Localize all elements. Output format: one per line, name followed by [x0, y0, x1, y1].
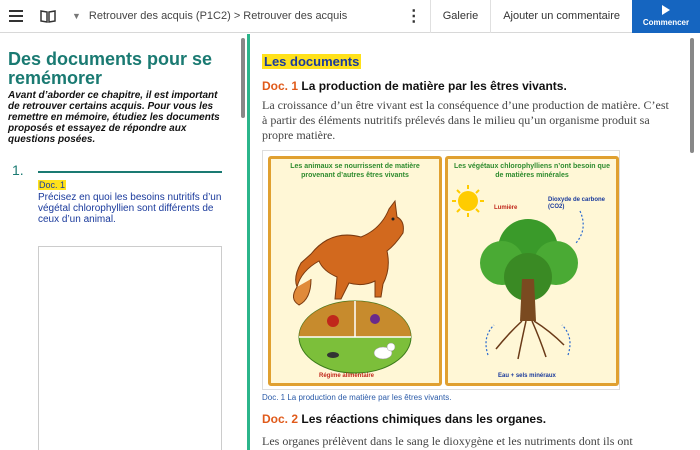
- figure-caption: Doc. 1 La production de matière par les …: [262, 393, 452, 402]
- doc1-text: La croissance d’un être vivant est la co…: [262, 98, 669, 142]
- doc2-text: Les organes prélèvent dans le sang le di…: [262, 434, 633, 448]
- doc1-heading: Doc. 1 La production de matière par les …: [262, 79, 567, 93]
- diet-label: Régime alimentaire: [319, 373, 375, 379]
- start-label: Commencer: [642, 18, 690, 27]
- play-icon: [662, 5, 670, 15]
- documents-panel: Les documents Doc. 1 La production de ma…: [250, 34, 700, 450]
- doc2-number: Doc. 2: [262, 412, 299, 426]
- doc1-figure[interactable]: Les animaux se nourrissent de matière pr…: [262, 150, 620, 390]
- right-scrollbar[interactable]: [690, 38, 694, 153]
- question-divider: [38, 171, 222, 173]
- questions-panel: Des documents pour se remémorer Avant d’…: [0, 34, 240, 450]
- left-scrollbar[interactable]: [241, 38, 245, 118]
- top-bar: ▼ Retrouver des acquis (P1C2) > Retrouve…: [0, 0, 700, 33]
- question-number: 1.: [12, 162, 24, 178]
- book-icon[interactable]: [32, 0, 64, 33]
- section-title: Les documents: [262, 54, 362, 69]
- menu-icon[interactable]: [0, 0, 32, 33]
- animals-panel: Les animaux se nourrissent de matière pr…: [268, 156, 442, 386]
- co2-label: Dioxyde de carbone (CO2): [548, 197, 606, 210]
- kebab-icon[interactable]: ⋮: [398, 0, 430, 33]
- question-doc-tag[interactable]: Doc. 1: [38, 180, 67, 190]
- gallery-button[interactable]: Galerie: [429, 0, 490, 33]
- plants-panel: Les végétaux chlorophylliens n’ont besoi…: [445, 156, 619, 386]
- doc2-title: Les réactions chimiques dans les organes…: [301, 412, 547, 426]
- tree-illustration: [452, 185, 584, 360]
- answer-input[interactable]: [38, 246, 222, 450]
- fox-illustration: [293, 199, 412, 374]
- doc2-heading: Doc. 2 Les réactions chimiques dans les …: [262, 412, 546, 426]
- water-label: Eau + sels minéraux: [498, 373, 556, 379]
- doc1-number: Doc. 1: [262, 79, 299, 93]
- page-title: Des documents pour se remémorer: [8, 49, 213, 88]
- breadcrumb-text: Retrouver des acquis (P1C2) > Retrouver …: [88, 10, 348, 22]
- question-text: Précisez en quoi les besoins nutritifs d…: [38, 192, 222, 225]
- breadcrumb[interactable]: ▼ Retrouver des acquis (P1C2) > Retrouve…: [72, 10, 398, 22]
- light-label: Lumière: [494, 205, 518, 211]
- doc1-title: La production de matière par les êtres v…: [301, 79, 567, 93]
- add-comment-button[interactable]: Ajouter un commentaire: [490, 0, 632, 33]
- intro-text: Avant d’aborder ce chapitre, il est impo…: [8, 90, 220, 145]
- chevron-down-icon[interactable]: ▼: [72, 11, 81, 21]
- start-button[interactable]: Commencer: [632, 0, 700, 33]
